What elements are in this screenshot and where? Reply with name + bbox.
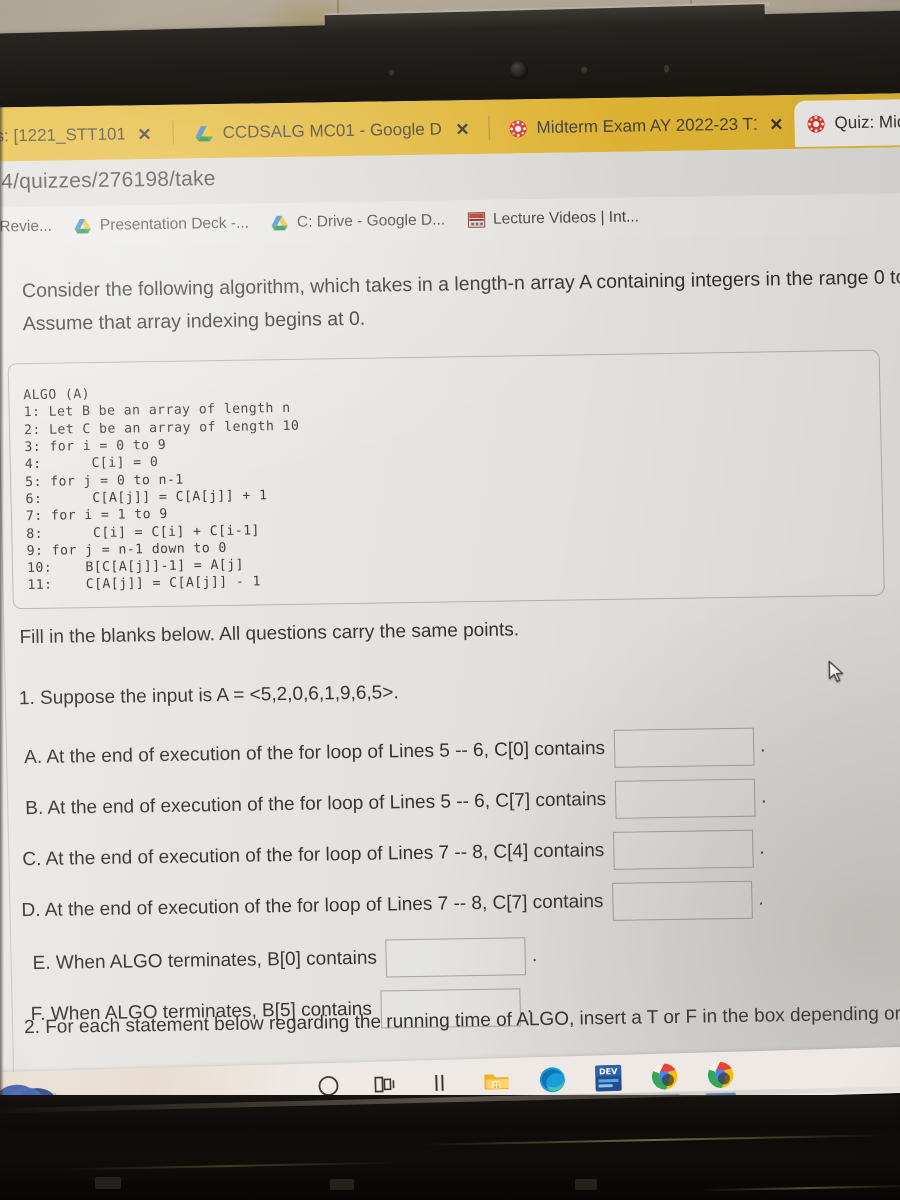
subquestion-e-label: E. When ALGO terminates, B[0] contains	[32, 947, 378, 975]
webcam-icon	[508, 60, 529, 80]
laptop-photo: ups: [1221_STT101A_ ✕ CCDSALG MC01 - Goo…	[0, 0, 900, 1200]
answer-input-b[interactable]	[614, 778, 756, 819]
tab-title: ups: [1221_STT101A_	[0, 124, 125, 146]
subquestion-d-period: .	[758, 888, 764, 910]
subquestion-a-period: .	[759, 735, 766, 757]
question-1-prompt: 1. Suppose the input is A = <5,2,0,6,1,9…	[18, 682, 399, 710]
answer-input-c[interactable]	[612, 829, 754, 870]
subquestion-c-label: C. At the end of execution of the for lo…	[22, 840, 605, 871]
answer-input-a[interactable]	[613, 727, 755, 768]
tab-close-icon[interactable]: ✕	[451, 120, 474, 139]
subquestion-a-label: A. At the end of execution of the for lo…	[23, 738, 606, 769]
browser-tab-2[interactable]: Midterm Exam AY 2022-23 T1 CC ✕	[496, 101, 797, 152]
subquestion-c: C. At the end of execution of the for lo…	[22, 829, 765, 880]
google-drive-icon	[271, 213, 290, 232]
algorithm-code-block: ALGO (A) 1: Let B be an array of length …	[7, 349, 885, 610]
canvas-icon	[508, 119, 527, 138]
canvas-icon	[806, 114, 825, 133]
bookmark-label: C: Drive - Google D...	[296, 211, 446, 231]
browser-tab-0[interactable]: ups: [1221_STT101A_ ✕	[0, 111, 165, 160]
bookmark-label: Presentation Deck -...	[99, 214, 250, 234]
algorithm-code: ALGO (A) 1: Let B be an array of length …	[23, 387, 300, 594]
video-icon	[467, 210, 486, 229]
svg-text:DEV: DEV	[599, 1067, 618, 1077]
address-bar-url[interactable]: 3874/quizzes/276198/take	[0, 167, 216, 195]
quiz-intro-line-2: Assume that array indexing begins at 0.	[22, 307, 366, 336]
subquestion-c-period: .	[759, 837, 765, 859]
laptop-screen: ups: [1221_STT101A_ ✕ CCDSALG MC01 - Goo…	[0, 92, 900, 1083]
tab-title: Midterm Exam AY 2022-23 T1 CC	[536, 114, 757, 138]
subquestion-d-label: D. At the end of execution of the for lo…	[21, 891, 604, 922]
subquestion-b-label: B. At the end of execution of the for lo…	[25, 788, 607, 820]
mouse-cursor-icon	[828, 660, 844, 683]
bookmark-2[interactable]: C: Drive - Google D...	[260, 211, 457, 233]
subquestion-e: E. When ALGO terminates, B[0] contains .	[32, 937, 537, 983]
bookmark-3[interactable]: Lecture Videos | Int...	[456, 208, 650, 230]
subquestion-a: A. At the end of execution of the for lo…	[24, 727, 766, 777]
google-drive-icon	[74, 216, 93, 235]
answer-input-e[interactable]	[385, 937, 527, 978]
bookmark-label: nals Revie...	[0, 217, 53, 236]
bookmark-0[interactable]: nals Revie...	[0, 217, 63, 237]
quiz-intro-line-1: Consider the following algorithm, which …	[21, 265, 900, 303]
laptop-deck	[0, 1085, 900, 1200]
fill-in-instruction: Fill in the blanks below. All questions …	[19, 619, 520, 649]
subquestion-e-period: .	[531, 945, 538, 967]
subquestion-b-period: .	[760, 786, 767, 808]
tab-close-icon[interactable]: ✕	[133, 125, 156, 144]
subquestion-d: D. At the end of execution of the for lo…	[21, 880, 764, 931]
tab-title: Quiz: Midterm	[834, 111, 900, 133]
google-drive-icon	[194, 124, 213, 143]
browser-tab-1[interactable]: CCDSALG MC01 - Google Drive ✕	[182, 106, 483, 157]
bookmark-label: Lecture Videos | Int...	[492, 208, 640, 228]
answer-input-d[interactable]	[612, 880, 753, 921]
tab-close-icon[interactable]: ✕	[765, 115, 788, 134]
browser-tab-3-active[interactable]: Quiz: Midterm	[794, 98, 900, 147]
quiz-page: Consider the following algorithm, which …	[0, 232, 900, 1083]
tab-title: CCDSALG MC01 - Google Drive	[222, 119, 443, 142]
bookmark-1[interactable]: Presentation Deck -...	[63, 214, 260, 236]
subquestion-b: B. At the end of execution of the for lo…	[25, 778, 767, 828]
